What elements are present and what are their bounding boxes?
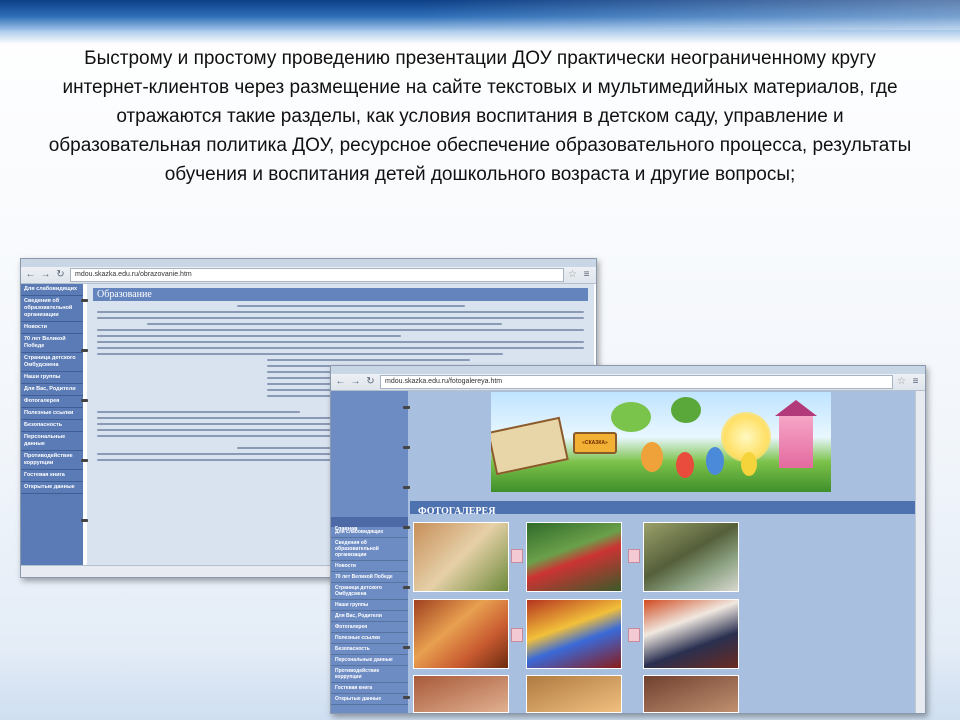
browser-window-gallery: ← → ↻ mdou.skazka.edu.ru/fotogalereya.ht… <box>330 365 926 714</box>
gallery-photo[interactable] <box>643 522 739 592</box>
thumbnail-icon[interactable] <box>628 549 640 563</box>
sidebar-item[interactable]: Открытые данные <box>21 482 83 494</box>
thumbnail-icon[interactable] <box>628 628 640 642</box>
menu-item[interactable]: Противодействие коррупции <box>331 666 408 683</box>
menu-item[interactable]: Для слабовидящих <box>331 527 408 538</box>
gallery-photo[interactable] <box>413 675 509 713</box>
sidebar-item[interactable]: Для Вас, Родители <box>21 384 83 396</box>
menu-item[interactable]: Фотогалерея <box>331 622 408 633</box>
banner-sign-text: «СКАЗКА» <box>582 440 608 446</box>
sidebar-item[interactable]: Наши группы <box>21 372 83 384</box>
bookmark-star-icon[interactable]: ☆ <box>568 269 577 280</box>
gallery-photo[interactable] <box>643 599 739 669</box>
menu-header[interactable]: Главная <box>331 517 408 532</box>
menu-item[interactable]: Наши группы <box>331 600 408 611</box>
gallery-title: ФОТОГАЛЕРЕЯ <box>418 506 496 517</box>
menu-item[interactable]: Новости <box>331 561 408 572</box>
sidebar-item[interactable]: Для слабовидящих <box>21 284 83 296</box>
menu-item[interactable]: Сведения об образовательной организации <box>331 538 408 561</box>
site-banner-image: «СКАЗКА» <box>491 392 831 492</box>
banner-signboard <box>491 416 569 476</box>
sidebar-item[interactable]: Гостевая книга <box>21 470 83 482</box>
banner-name-sign: «СКАЗКА» <box>573 432 617 454</box>
menu-item[interactable]: Безопасность <box>331 644 408 655</box>
bookmark-star-icon[interactable]: ☆ <box>897 376 906 387</box>
sidebar-item[interactable]: Противодействие коррупции <box>21 451 83 470</box>
sidebar-item[interactable]: Персональные данные <box>21 432 83 451</box>
browser-toolbar: ← → ↻ mdou.skazka.edu.ru/obrazovanie.htm… <box>21 259 596 284</box>
thumbnail-icon[interactable] <box>511 628 523 642</box>
reload-icon[interactable]: ↻ <box>55 268 66 281</box>
gallery-photo[interactable] <box>526 522 622 592</box>
gallery-photo[interactable] <box>526 675 622 713</box>
forward-icon[interactable]: → <box>350 375 361 388</box>
menu-item[interactable]: 70 лет Великой Победе <box>331 572 408 583</box>
sidebar-item[interactable]: Фотогалерея <box>21 396 83 408</box>
sidebar-item[interactable]: Сведения об образовательной организации <box>21 296 83 322</box>
gallery-photo[interactable] <box>643 675 739 713</box>
castle-graphic <box>775 400 817 468</box>
sidebar-item[interactable]: Новости <box>21 322 83 334</box>
reload-icon[interactable]: ↻ <box>365 375 376 388</box>
sidebar-item[interactable]: Безопасность <box>21 420 83 432</box>
gallery-photo[interactable] <box>526 599 622 669</box>
menu-icon[interactable]: ≡ <box>581 268 592 281</box>
menu-item[interactable]: Страница детского Омбудсмена <box>331 583 408 600</box>
site-left-column: Главная Для слабовидящих Сведения об обр… <box>331 391 408 713</box>
menu-item[interactable]: Открытые данные <box>331 694 408 705</box>
gallery-header: ФОТОГАЛЕРЕЯ <box>410 501 915 517</box>
menu-icon[interactable]: ≡ <box>910 375 921 388</box>
menu-item[interactable]: Полезные ссылки <box>331 633 408 644</box>
scrollbar[interactable] <box>915 391 925 713</box>
browser-toolbar: ← → ↻ mdou.skazka.edu.ru/fotogalereya.ht… <box>331 366 925 391</box>
sidebar-item[interactable]: Полезные ссылки <box>21 408 83 420</box>
thumbnail-icon[interactable] <box>511 549 523 563</box>
gallery-photo[interactable] <box>413 522 509 592</box>
address-bar[interactable]: mdou.skazka.edu.ru/obrazovanie.htm <box>70 267 565 282</box>
page-title: Образование <box>93 288 588 301</box>
sidebar-item[interactable]: Страница детского Омбудсмена <box>21 353 83 372</box>
browser-tab[interactable] <box>21 259 596 267</box>
back-icon[interactable]: ← <box>25 268 36 281</box>
site-sidebar: Для слабовидящих Сведения об образовател… <box>21 284 83 565</box>
browser-tab[interactable] <box>331 366 925 374</box>
slide-heading: Быстрому и простому проведению презентац… <box>48 48 912 185</box>
sidebar-item[interactable]: 70 лет Великой Победе <box>21 334 83 353</box>
top-decor-band <box>0 0 960 44</box>
menu-item[interactable]: Персональные данные <box>331 655 408 666</box>
menu-item[interactable]: Гостевая книга <box>331 683 408 694</box>
address-bar[interactable]: mdou.skazka.edu.ru/fotogalereya.htm <box>380 374 894 389</box>
forward-icon[interactable]: → <box>40 268 51 281</box>
site-menu: Для слабовидящих Сведения об образовател… <box>331 527 408 705</box>
menu-item[interactable]: Для Вас, Родители <box>331 611 408 622</box>
back-icon[interactable]: ← <box>335 375 346 388</box>
gallery-photo[interactable] <box>413 599 509 669</box>
